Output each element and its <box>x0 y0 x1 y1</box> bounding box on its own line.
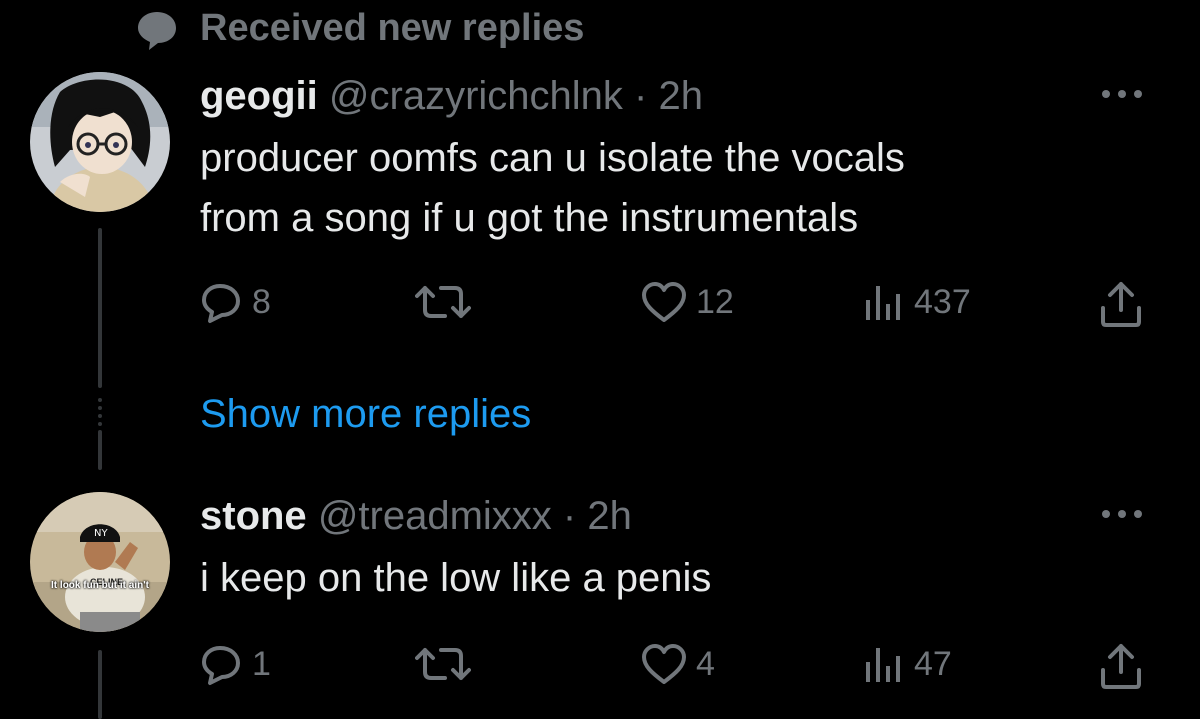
avatar[interactable]: NY CELINE It look fun but it ain't <box>30 492 170 632</box>
reply-action[interactable]: 1 <box>200 642 271 686</box>
share-icon[interactable] <box>1098 642 1144 690</box>
views-action[interactable]: 47 <box>862 642 952 686</box>
thread-line <box>98 228 102 388</box>
avatar-caption: It look fun but it ain't <box>51 580 149 591</box>
svg-text:NY: NY <box>94 528 108 539</box>
reply-icon <box>202 646 240 685</box>
tweet-text-line: producer oomfs can u isolate the vocals <box>200 136 905 180</box>
more-options-icon[interactable] <box>1098 504 1146 524</box>
like-action[interactable]: 12 <box>640 280 734 324</box>
repost-icon <box>415 286 471 318</box>
received-new-replies-label: Received new replies <box>200 7 585 49</box>
repost-icon <box>415 648 471 680</box>
more-options-icon[interactable] <box>1098 84 1146 104</box>
views-icon <box>866 286 900 320</box>
like-count: 12 <box>696 283 734 321</box>
timestamp[interactable]: · 2h <box>634 74 703 118</box>
timestamp[interactable]: · 2h <box>563 494 632 538</box>
user-handle[interactable]: @crazyrichchlnk <box>329 74 623 118</box>
views-count: 47 <box>914 645 952 683</box>
user-line: stone @treadmixxx · 2h <box>200 492 632 540</box>
heart-icon <box>642 644 686 684</box>
thread-connector-dots[interactable] <box>98 398 102 426</box>
heart-icon <box>642 282 686 322</box>
tweet-text-line: i keep on the low like a penis <box>200 556 712 600</box>
speech-bubble-icon <box>138 12 176 50</box>
share-icon[interactable] <box>1098 280 1144 328</box>
display-name[interactable]: stone <box>200 494 307 538</box>
views-icon <box>866 648 900 682</box>
reply-count: 8 <box>252 283 271 321</box>
like-action[interactable]: 4 <box>640 642 715 686</box>
thread-line <box>98 650 102 719</box>
like-count: 4 <box>696 645 715 683</box>
tweet-text-line: from a song if u got the instrumentals <box>200 196 859 240</box>
repost-action[interactable] <box>415 642 479 686</box>
views-count: 437 <box>914 283 971 321</box>
reply-action[interactable]: 8 <box>200 280 271 324</box>
views-action[interactable]: 437 <box>862 280 971 324</box>
display-name[interactable]: geogii <box>200 74 318 118</box>
repost-action[interactable] <box>415 280 479 324</box>
reply-icon <box>202 284 240 323</box>
thread-line <box>98 430 102 470</box>
show-more-replies-link[interactable]: Show more replies <box>200 386 531 442</box>
avatar[interactable] <box>30 72 170 212</box>
reply-count: 1 <box>252 645 271 683</box>
user-handle[interactable]: @treadmixxx <box>318 494 552 538</box>
user-line: geogii @crazyrichchlnk · 2h <box>200 72 703 120</box>
